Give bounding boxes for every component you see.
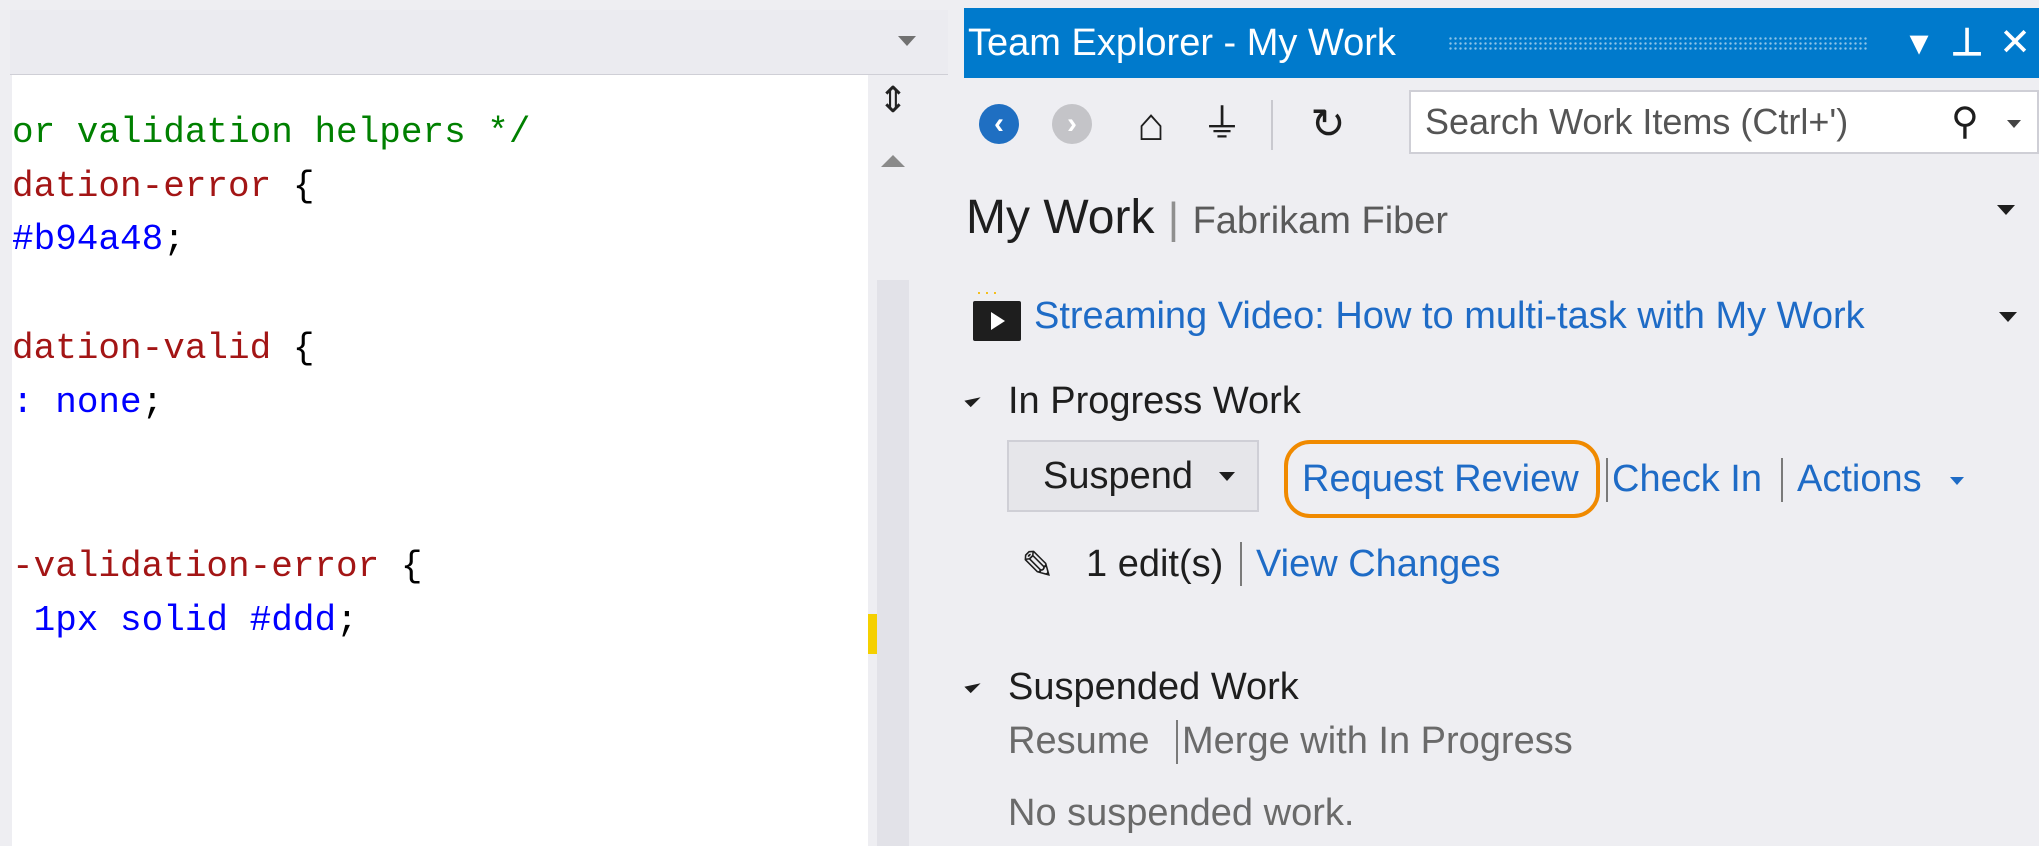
split-editor-icon[interactable]: ⇕ [873, 80, 913, 120]
suspended-heading[interactable]: Suspended Work [1008, 662, 1299, 712]
code-token: ; [141, 382, 164, 423]
back-icon[interactable]: ‹ [979, 104, 1019, 144]
actions-dropdown-icon[interactable] [1950, 477, 1964, 485]
forward-icon[interactable]: › [1052, 104, 1092, 144]
team-explorer-title-bar[interactable]: Team Explorer - My Work ▾ ⊥ ✕ [964, 8, 2039, 78]
connect-icon[interactable]: ⏚ [1200, 96, 1244, 152]
code-token: { [271, 166, 315, 207]
resume-link[interactable]: Resume [1008, 716, 1150, 766]
title-separator: | [1167, 194, 1180, 243]
video-spark-decoration: ··· [976, 282, 1000, 302]
scroll-up-arrow-icon[interactable] [881, 155, 905, 167]
code-token: { [379, 546, 423, 587]
view-changes-link[interactable]: View Changes [1256, 536, 1500, 592]
video-icon [973, 301, 1021, 341]
project-name: Fabrikam Fiber [1192, 200, 1449, 242]
check-in-link[interactable]: Check In [1612, 452, 1762, 506]
request-review-link[interactable]: Request Review [1302, 452, 1579, 506]
code-line[interactable]: -validation-error { [12, 545, 422, 589]
code-token: none [55, 382, 142, 423]
link-separator [1606, 458, 1608, 502]
search-options-dropdown-icon[interactable] [2007, 120, 2021, 128]
empty-suspended-message: No suspended work. [1008, 792, 1355, 834]
suspend-button[interactable]: Suspend [1007, 440, 1259, 512]
code-text-area[interactable]: or validation helpers */ dation-error { #b… [12, 75, 868, 846]
pencil-icon: ✎ [1021, 544, 1055, 588]
toolbar-separator [1271, 100, 1273, 150]
actions-link[interactable]: Actions [1797, 452, 1922, 506]
code-token: : [12, 382, 56, 423]
pin-icon[interactable]: ⊥ [1947, 8, 1987, 78]
close-icon[interactable]: ✕ [1995, 8, 2035, 78]
refresh-icon[interactable]: ↻ [1300, 96, 1356, 152]
home-icon[interactable]: ⌂ [1123, 96, 1179, 152]
code-token: ; [336, 600, 358, 641]
video-dropdown-icon[interactable] [1999, 312, 2017, 322]
code-token: { [271, 328, 315, 369]
title-bar-grip[interactable] [1448, 36, 1868, 50]
in-progress-heading[interactable]: In Progress Work [1008, 376, 1301, 426]
code-token: -validation-error [12, 546, 380, 587]
vertical-scrollbar[interactable] [877, 280, 909, 846]
page-title-text: My Work [966, 191, 1155, 244]
link-separator [1240, 542, 1242, 586]
code-line[interactable]: dation-error { [12, 165, 314, 209]
change-marker [868, 614, 877, 654]
search-input[interactable] [1425, 92, 1905, 152]
code-token: dation-error [12, 166, 272, 207]
page-menu-dropdown-icon[interactable] [1997, 205, 2015, 215]
code-token: 1px solid #ddd [12, 600, 337, 641]
search-work-items-box[interactable]: ⚲ [1409, 90, 2039, 154]
code-token: ; [163, 219, 185, 260]
edit-count: 1 edit(s) [1086, 543, 1224, 585]
link-separator [1781, 458, 1783, 502]
code-token: or validation helpers */ [12, 112, 531, 153]
search-icon[interactable]: ⚲ [1951, 96, 1979, 148]
code-line[interactable]: : none; [12, 381, 163, 425]
code-token: #b94a48 [12, 219, 164, 260]
page-title: My Work | Fabrikam Fiber [966, 188, 1448, 251]
suspend-dropdown-icon[interactable] [1219, 472, 1235, 481]
panel-title: Team Explorer - My Work [968, 22, 1396, 64]
suspend-label: Suspend [1043, 455, 1194, 497]
window-position-dropdown-icon[interactable]: ▾ [1899, 8, 1939, 78]
code-line[interactable]: #b94a48; [12, 218, 185, 262]
editor-navigation-bar [10, 10, 948, 75]
link-separator [1176, 720, 1178, 764]
navigation-dropdown-icon[interactable] [898, 36, 916, 46]
code-line[interactable]: 1px solid #ddd; [12, 599, 358, 643]
code-line[interactable]: dation-valid { [12, 327, 314, 371]
code-line[interactable]: or validation helpers */ [12, 111, 530, 155]
merge-link[interactable]: Merge with In Progress [1182, 716, 1573, 766]
code-token: dation-valid [12, 328, 272, 369]
streaming-video-link[interactable]: Streaming Video: How to multi-task with … [1034, 288, 1865, 344]
